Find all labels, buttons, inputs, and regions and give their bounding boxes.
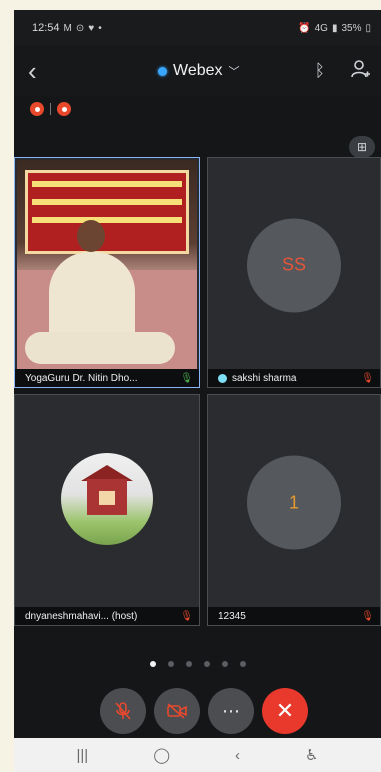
participant-name: sakshi sharma [232, 372, 297, 384]
page-dot[interactable] [204, 661, 210, 667]
leave-meeting-button[interactable]: ✕ [262, 688, 308, 734]
video-person-legs [25, 332, 175, 364]
participant-video [17, 160, 197, 369]
page-dot[interactable] [150, 661, 156, 667]
signal-icon: ▮ [331, 22, 338, 34]
chevron-down-icon: ﹀ [228, 66, 240, 78]
avatar: 1 [247, 455, 341, 550]
gmail-icon: M [63, 22, 72, 34]
battery-icon: ▯ [365, 22, 371, 34]
participants-icon [351, 59, 370, 77]
mute-button[interactable] [100, 688, 146, 734]
video-person-head [77, 220, 105, 252]
home-icon[interactable]: ◯ [153, 746, 170, 764]
more-icon: ⋯ [222, 700, 240, 721]
participant-tile-3[interactable]: dnyaneshmahavi... (host) 🎙 [14, 394, 200, 626]
recording-icon [30, 102, 44, 116]
divider [50, 103, 51, 115]
webex-user-icon [218, 373, 227, 383]
battery-percent: 35% [341, 22, 362, 34]
meeting-header: ‹ Webex ﹀ ᛒ [14, 46, 381, 96]
avatar-initials: 1 [288, 491, 299, 512]
webex-dot-icon [158, 66, 167, 76]
avatar: SS [247, 217, 341, 312]
heart-icon: ♥ [88, 22, 95, 34]
mic-off-icon [115, 702, 131, 720]
page-dot[interactable] [168, 661, 174, 667]
recording-status [30, 102, 71, 116]
mic-on-icon: 🎙 [180, 372, 193, 384]
photo-icon: ⊙ [75, 22, 85, 34]
phone-screen: 12:54 M ⊙ ♥ • ⏰ 4G ▮ 35% ▯ ‹ Webex ﹀ ᛒ ⊞… [14, 10, 381, 772]
video-button[interactable] [154, 688, 200, 734]
status-bar: 12:54 M ⊙ ♥ • ⏰ 4G ▮ 35% ▯ [14, 10, 381, 46]
page-dot[interactable] [240, 661, 246, 667]
status-time: 12:54 [32, 22, 60, 34]
avatar-photo [61, 452, 153, 545]
page-dot[interactable] [222, 661, 228, 667]
meeting-title: Webex [173, 62, 223, 79]
video-off-icon [167, 703, 187, 719]
participant-name-bar: YogaGuru Dr. Nitin Dho... 🎙 [15, 369, 199, 387]
participant-name-bar: 12345 🎙 [208, 607, 380, 625]
back-button[interactable]: ‹ [28, 58, 58, 84]
close-icon: ✕ [275, 698, 295, 723]
meeting-title-button[interactable]: Webex ﹀ [158, 62, 240, 80]
participant-name: 12345 [218, 610, 246, 622]
participants-button[interactable] [351, 59, 371, 83]
participant-tile-1[interactable]: YogaGuru Dr. Nitin Dho... 🎙 [14, 157, 200, 388]
participant-tile-2[interactable]: SS sakshi sharma 🎙 [207, 157, 381, 388]
participant-name-bar: sakshi sharma 🎙 [208, 369, 380, 387]
page-dot[interactable] [186, 661, 192, 667]
recent-apps-icon[interactable]: ||| [77, 747, 89, 764]
alarm-icon: ⏰ [298, 22, 311, 34]
mic-muted-icon: 🎙 [361, 610, 374, 622]
more-options-button[interactable]: ⋯ [208, 688, 254, 734]
bluetooth-audio-button[interactable]: ᛒ [315, 61, 325, 81]
android-nav-bar: ||| ◯ ‹ ♿ [14, 738, 381, 772]
network-label: 4G [314, 22, 328, 34]
participant-tile-4[interactable]: 1 12345 🎙 [207, 394, 381, 626]
page-indicator[interactable] [150, 661, 246, 667]
mic-muted-icon: 🎙 [361, 372, 374, 384]
avatar-initials: SS [281, 254, 306, 275]
layout-button[interactable]: ⊞ [349, 136, 375, 158]
grid-icon: ⊞ [356, 140, 368, 154]
lock-icon [57, 102, 71, 116]
participant-name: dnyaneshmahavi... (host) [25, 610, 138, 622]
participant-name-bar: dnyaneshmahavi... (host) 🎙 [15, 607, 199, 625]
accessibility-icon[interactable]: ♿ [305, 746, 318, 764]
mic-muted-icon: 🎙 [180, 610, 193, 622]
back-icon[interactable]: ‹ [235, 747, 240, 764]
video-banner [25, 170, 189, 254]
meeting-controls: ⋯ ✕ [100, 688, 308, 734]
participant-name: YogaGuru Dr. Nitin Dho... [25, 372, 138, 384]
dot-icon: • [98, 22, 102, 34]
